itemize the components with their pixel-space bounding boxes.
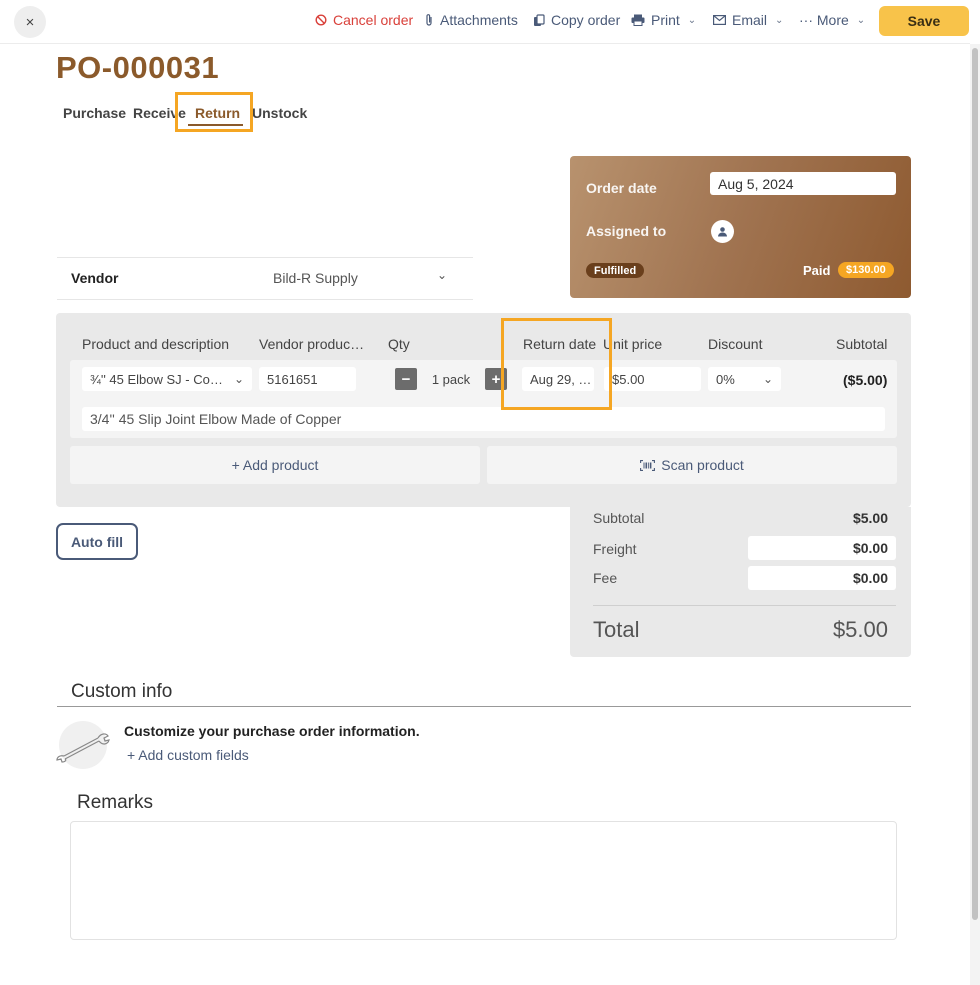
add-custom-fields-link[interactable]: + Add custom fields	[127, 747, 249, 763]
column-header-discount: Discount	[708, 336, 763, 352]
total-label: Total	[593, 617, 640, 642]
chevron-down-icon: ⌄	[775, 14, 784, 26]
printer-icon	[631, 14, 645, 26]
column-header-vendor-product: Vendor produc…	[259, 336, 365, 352]
paid-amount-badge: $130.00	[838, 262, 894, 278]
wrench-icon	[56, 733, 110, 763]
column-header-unit-price: Unit price	[603, 336, 663, 352]
paperclip-icon	[426, 14, 432, 26]
column-header-subtotal: Subtotal	[836, 336, 888, 352]
discount-select[interactable]: 0% ⌄	[708, 367, 781, 391]
scan-product-label: Scan product	[661, 457, 744, 473]
chevron-down-icon: ⌄	[762, 372, 773, 386]
paid-label: Paid	[803, 263, 831, 278]
unit-price-input[interactable]: $5.00	[604, 367, 701, 391]
close-button[interactable]: ×	[14, 6, 46, 38]
close-icon: ×	[25, 13, 35, 31]
chevron-down-icon: ⌄	[856, 14, 866, 26]
column-header-return-date: Return date	[523, 336, 597, 352]
scan-product-button[interactable]: Scan product	[487, 446, 897, 484]
custom-info-divider	[57, 706, 911, 707]
assigned-to-label: Assigned to	[586, 223, 667, 239]
print-button[interactable]: Print ⌄	[631, 12, 696, 28]
add-product-button[interactable]: + Add product	[70, 446, 480, 484]
column-header-product: Product and description	[82, 336, 230, 352]
page-title: PO-000031	[56, 50, 220, 85]
print-label: Print	[651, 12, 680, 28]
subtotal-value: $5.00	[852, 510, 888, 526]
vendor-label: Vendor	[71, 270, 119, 286]
copy-order-button[interactable]: Copy order	[533, 12, 620, 28]
copy-icon	[534, 13, 545, 26]
tab-unstock[interactable]: Unstock	[252, 105, 307, 121]
assignee-avatar[interactable]	[711, 220, 734, 243]
chevron-down-icon: ⌄	[687, 14, 697, 26]
qty-plus-button[interactable]: +	[485, 368, 507, 390]
return-date-input[interactable]: Aug 29, …	[522, 367, 594, 391]
custom-info-title: Custom info	[71, 681, 173, 702]
vendor-value: Bild-R Supply	[273, 270, 358, 286]
fee-input[interactable]: $0.00	[748, 566, 896, 590]
tab-receive[interactable]: Receive	[133, 105, 186, 121]
scrollbar-thumb[interactable]	[972, 48, 978, 920]
cancel-order-button[interactable]: Cancel order	[315, 12, 413, 28]
product-select-value: ¾'' 45 Elbow SJ - Co…	[90, 371, 223, 387]
subtotal-label: Subtotal	[593, 510, 645, 526]
discount-select-value: 0%	[716, 371, 735, 387]
email-button[interactable]: Email ⌄	[713, 12, 783, 28]
attachments-label: Attachments	[440, 12, 518, 28]
barcode-scan-icon	[640, 459, 656, 471]
status-badge: Fulfilled	[586, 263, 645, 278]
qty-minus-button[interactable]: −	[395, 368, 417, 390]
freight-label: Freight	[593, 541, 637, 557]
vendor-selector[interactable]	[57, 257, 473, 300]
cancel-circle-icon	[315, 14, 327, 26]
freight-input[interactable]: $0.00	[748, 536, 896, 560]
remarks-title: Remarks	[77, 792, 154, 813]
qty-input[interactable]: 1 pack	[419, 367, 483, 391]
vendor-code-input[interactable]: 5161651	[259, 367, 356, 391]
fee-label: Fee	[593, 570, 618, 586]
product-select[interactable]: ¾'' 45 Elbow SJ - Co… ⌄	[82, 367, 252, 391]
attachments-button[interactable]: Attachments	[424, 12, 518, 28]
chevron-down-icon: ⌄	[437, 268, 448, 282]
product-description-input[interactable]: 3/4'' 45 Slip Joint Elbow Made of Copper	[82, 407, 885, 431]
auto-fill-button[interactable]: Auto fill	[56, 523, 138, 560]
tab-purchase[interactable]: Purchase	[63, 105, 126, 121]
chevron-down-icon: ⌄	[233, 372, 244, 386]
tab-return[interactable]: Return	[195, 105, 240, 121]
row-subtotal: ($5.00)	[843, 372, 888, 388]
email-label: Email	[732, 12, 768, 28]
copy-order-label: Copy order	[551, 12, 621, 28]
cancel-order-label: Cancel order	[333, 12, 414, 28]
order-date-label: Order date	[586, 180, 657, 196]
envelope-icon	[713, 15, 726, 25]
custom-info-heading: Customize your purchase order informatio…	[124, 723, 420, 739]
totals-divider	[593, 605, 896, 606]
more-label: ··· More	[799, 12, 849, 28]
add-product-label: + Add product	[231, 457, 319, 473]
toolbar-divider	[0, 43, 970, 44]
active-tab-underline	[188, 124, 243, 126]
user-icon	[718, 227, 727, 237]
save-button[interactable]: Save	[879, 6, 969, 36]
column-header-qty: Qty	[388, 336, 410, 352]
remarks-textarea[interactable]	[70, 821, 897, 940]
total-value: $5.00	[832, 617, 888, 642]
order-date-field[interactable]: Aug 5, 2024	[710, 172, 896, 195]
more-button[interactable]: ··· More ⌄	[799, 12, 865, 28]
